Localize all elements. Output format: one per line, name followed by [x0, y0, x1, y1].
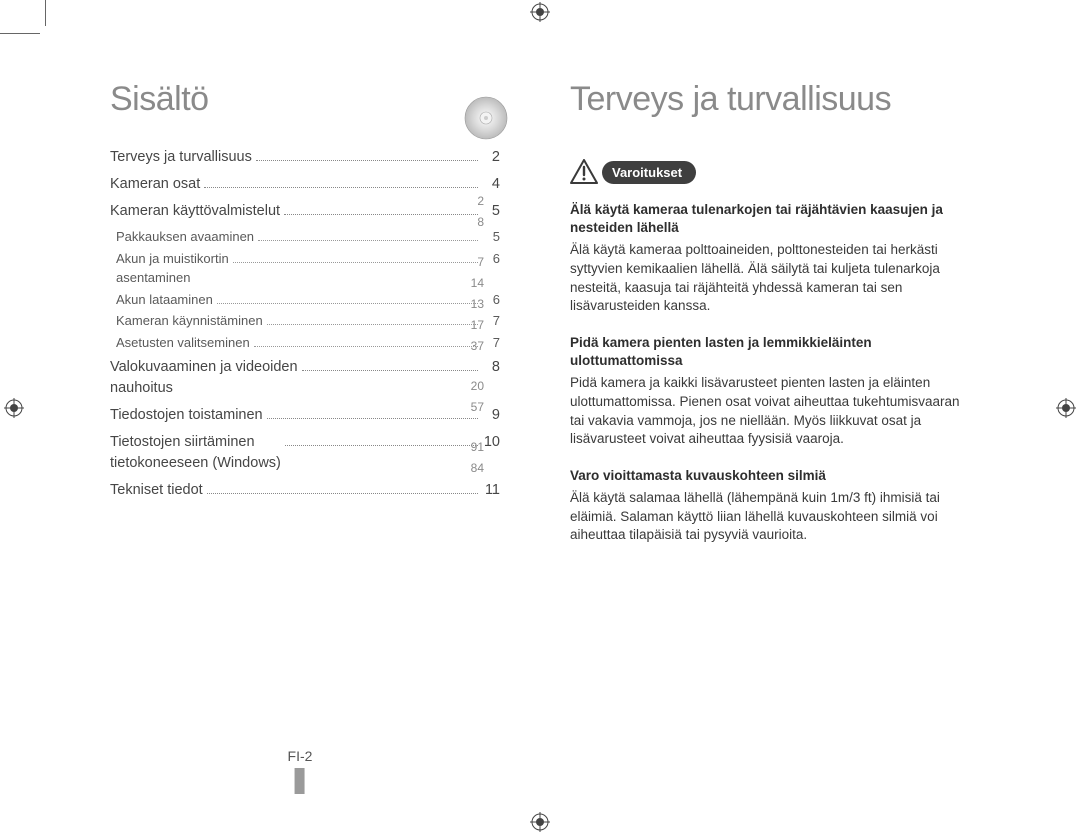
side-number: 20 [460, 380, 484, 392]
crop-mark [45, 0, 46, 26]
toc-entry: Tietostojen siirtäminen tietokoneeseen (… [110, 432, 500, 474]
toc-page-number: 2 [482, 147, 500, 168]
side-number: 7 [460, 256, 484, 268]
warning-block: Älä käytä kameraa tulenarkojen tai räjäh… [570, 201, 960, 316]
registration-mark-icon [4, 398, 24, 418]
toc-sub-list: Pakkauksen avaaminen 5 Akun ja muistikorti… [110, 228, 500, 353]
side-number: 37 [460, 340, 484, 352]
toc-page-number: 5 [482, 201, 500, 222]
toc-leader-dots [233, 262, 478, 263]
toc-page-number: 9 [482, 405, 500, 426]
toc-page-number: 4 [482, 174, 500, 195]
page-number-text: FI-2 [288, 748, 313, 764]
toc-sub-entry: Asetusten valitseminen 7 [116, 334, 500, 353]
warning-title: Pidä kamera pienten lasten ja lemmikkiel… [570, 334, 960, 370]
page-tab-marker [295, 768, 305, 794]
side-number: 13 [460, 298, 484, 310]
warning-triangle-icon [570, 159, 598, 185]
toc-sub-entry: Akun ja muistikortin asentaminen 6 [116, 250, 500, 288]
side-number: 84 [460, 462, 484, 474]
toc-leader-dots [258, 240, 478, 241]
toc-label: Pakkauksen avaaminen [116, 228, 254, 247]
toc-entry: Tekniset tiedot 11 [110, 480, 500, 501]
warning-body: Älä käytä kameraa polttoaineiden, poltto… [570, 241, 960, 316]
warning-badge: Varoitukset [570, 159, 696, 185]
toc-entry: Valokuvaaminen ja videoiden nauhoitus 8 [110, 357, 500, 399]
toc-label: Kameran käyttövalmistelut [110, 201, 280, 222]
toc-entry: Kameran käyttövalmistelut 5 [110, 201, 500, 222]
toc-page-number: 7 [482, 334, 500, 353]
toc-leader-dots [267, 324, 478, 325]
toc-page-number: 10 [482, 432, 500, 453]
side-number: 8 [460, 216, 484, 228]
warning-block: Pidä kamera pienten lasten ja lemmikkiel… [570, 334, 960, 449]
toc-entry: Tiedostojen toistaminen 9 [110, 405, 500, 426]
toc-leader-dots [217, 303, 478, 304]
cd-disc-icon [464, 96, 508, 140]
side-number [460, 237, 484, 247]
page-spread: Sisältö Terveys ja turvallisuus2Kameran … [60, 30, 1020, 804]
toc-label: Tiedostojen toistaminen [110, 405, 263, 426]
side-number [460, 361, 484, 371]
right-page: Terveys ja turvallisuus Varoitukset Älä … [540, 30, 1020, 804]
left-page: Sisältö Terveys ja turvallisuus2Kameran … [60, 30, 540, 804]
crop-mark [0, 33, 40, 34]
toc-leader-dots [302, 370, 478, 371]
warnings-list: Älä käytä kameraa tulenarkojen tai räjäh… [570, 201, 960, 545]
toc-leader-dots [267, 418, 478, 419]
section-heading: Terveys ja turvallisuus [570, 80, 960, 119]
toc-leader-dots [285, 445, 478, 446]
toc-label: Akun lataaminen [116, 291, 213, 310]
warning-badge-label: Varoitukset [602, 161, 696, 184]
side-number: 17 [460, 319, 484, 331]
warning-title: Varo vioittamasta kuvauskohteen silmiä [570, 467, 960, 485]
warning-body: Älä käytä salamaa lähellä (lähempänä kui… [570, 489, 960, 545]
toc-label: Akun ja muistikortin asentaminen [116, 250, 229, 288]
registration-mark-icon [1056, 398, 1076, 418]
toc-sub-entry: Kameran käynnistäminen 7 [116, 312, 500, 331]
toc-label: Tietostojen siirtäminen tietokoneeseen (… [110, 432, 281, 474]
toc-label: Kameran osat [110, 174, 200, 195]
warning-block: Varo vioittamasta kuvauskohteen silmiä Äl… [570, 467, 960, 545]
side-number: 2 [460, 195, 484, 207]
toc-leader-dots [204, 187, 478, 188]
side-number: 91 [460, 441, 484, 453]
toc-sub-entry: Pakkauksen avaaminen 5 [116, 228, 500, 247]
page-number: FI-2 [288, 748, 313, 794]
toc-entry: Terveys ja turvallisuus 2 [110, 147, 500, 168]
registration-mark-icon [530, 812, 550, 832]
toc-leader-dots [254, 346, 478, 347]
toc-page-number: 5 [482, 228, 500, 247]
side-number: 57 [460, 401, 484, 413]
toc-label: Valokuvaaminen ja videoiden nauhoitus [110, 357, 298, 399]
toc-leader-dots [207, 493, 478, 494]
toc-label: Asetusten valitseminen [116, 334, 250, 353]
toc-leader-dots [256, 160, 478, 161]
toc-page-number: 8 [482, 357, 500, 378]
toc-sub-entry: Akun lataaminen 6 [116, 291, 500, 310]
toc-page-number: 6 [482, 250, 500, 269]
registration-mark-icon [530, 2, 550, 22]
table-of-contents: Terveys ja turvallisuus2Kameran osat4Kam… [110, 147, 500, 501]
side-number [460, 422, 484, 432]
toc-page-number: 6 [482, 291, 500, 310]
toc-label: Terveys ja turvallisuus [110, 147, 252, 168]
side-number: 14 [460, 277, 484, 289]
toc-entry: Kameran osat 4 [110, 174, 500, 195]
toc-label: Tekniset tiedot [110, 480, 203, 501]
warning-title: Älä käytä kameraa tulenarkojen tai räjäh… [570, 201, 960, 237]
toc-leader-dots [284, 214, 478, 215]
warning-body: Pidä kamera ja kaikki lisävarusteet pien… [570, 374, 960, 449]
toc-page-number: 7 [482, 312, 500, 331]
side-reference-numbers: 2 8 7 14 13 17 37 20 57 91 84 [460, 195, 484, 483]
toc-page-number: 11 [482, 480, 500, 501]
toc-label: Kameran käynnistäminen [116, 312, 263, 331]
toc-heading: Sisältö [110, 80, 500, 119]
